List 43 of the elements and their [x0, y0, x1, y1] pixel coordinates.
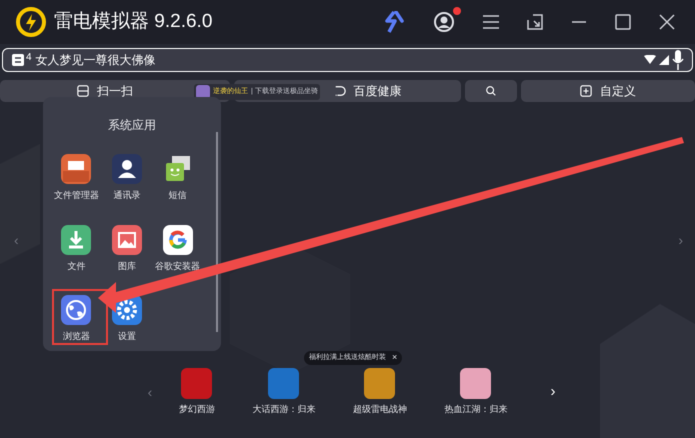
wifi-icon [644, 55, 656, 65]
game-icon[interactable] [460, 368, 492, 399]
health-icon [334, 85, 346, 97]
close-icon[interactable] [659, 14, 675, 30]
files-manager-app-icon[interactable] [61, 154, 92, 184]
game-label: 梦幻西游 [178, 403, 215, 416]
game-label: 大话西游：归来 [252, 403, 316, 416]
folder-title: 系统应用 [107, 117, 157, 134]
ticker-text: 女人梦见一尊很大佛像 [36, 52, 156, 69]
download-app-icon[interactable] [61, 224, 92, 254]
app-label: 谷歌安装器 [155, 260, 200, 272]
maximize-icon[interactable] [615, 14, 631, 30]
microphone-icon[interactable] [672, 50, 684, 70]
app-label: 浏览器 [62, 330, 90, 343]
notification-icon [11, 53, 25, 67]
custom-button[interactable]: 自定义 [521, 80, 695, 102]
scan-icon [77, 85, 89, 97]
contacts-app-icon[interactable] [112, 154, 142, 184]
app-label: 设置 [118, 330, 136, 343]
window-title: 雷电模拟器 9.2.6.0 [54, 10, 212, 34]
app-label: 通讯录 [113, 189, 140, 202]
status-count: 4 [26, 50, 32, 64]
signal-icon [659, 55, 669, 65]
game-label: 热血江湖：归来 [444, 403, 508, 416]
app-label: 图库 [118, 260, 136, 272]
app-label: 短信 [168, 189, 187, 202]
game-icon[interactable] [364, 368, 396, 399]
lightning-icon[interactable] [385, 11, 405, 33]
app-label: 文件 [67, 260, 86, 272]
resize-icon[interactable] [527, 14, 543, 30]
search-button[interactable] [465, 80, 517, 102]
google-app-icon[interactable] [162, 224, 193, 254]
gallery-app-icon[interactable] [112, 224, 142, 254]
game-label: 超级雷电战神 [352, 403, 407, 416]
logo-icon [16, 7, 46, 37]
account-icon[interactable] [433, 11, 455, 33]
close-button[interactable]: × [392, 351, 398, 365]
browser-app-icon[interactable] [61, 295, 92, 325]
search-icon [485, 85, 497, 97]
menu-icon[interactable] [483, 15, 499, 29]
next-games-arrow[interactable]: › [546, 381, 560, 404]
plus-icon [580, 85, 592, 97]
app-label: 文件管理器 [54, 189, 99, 202]
